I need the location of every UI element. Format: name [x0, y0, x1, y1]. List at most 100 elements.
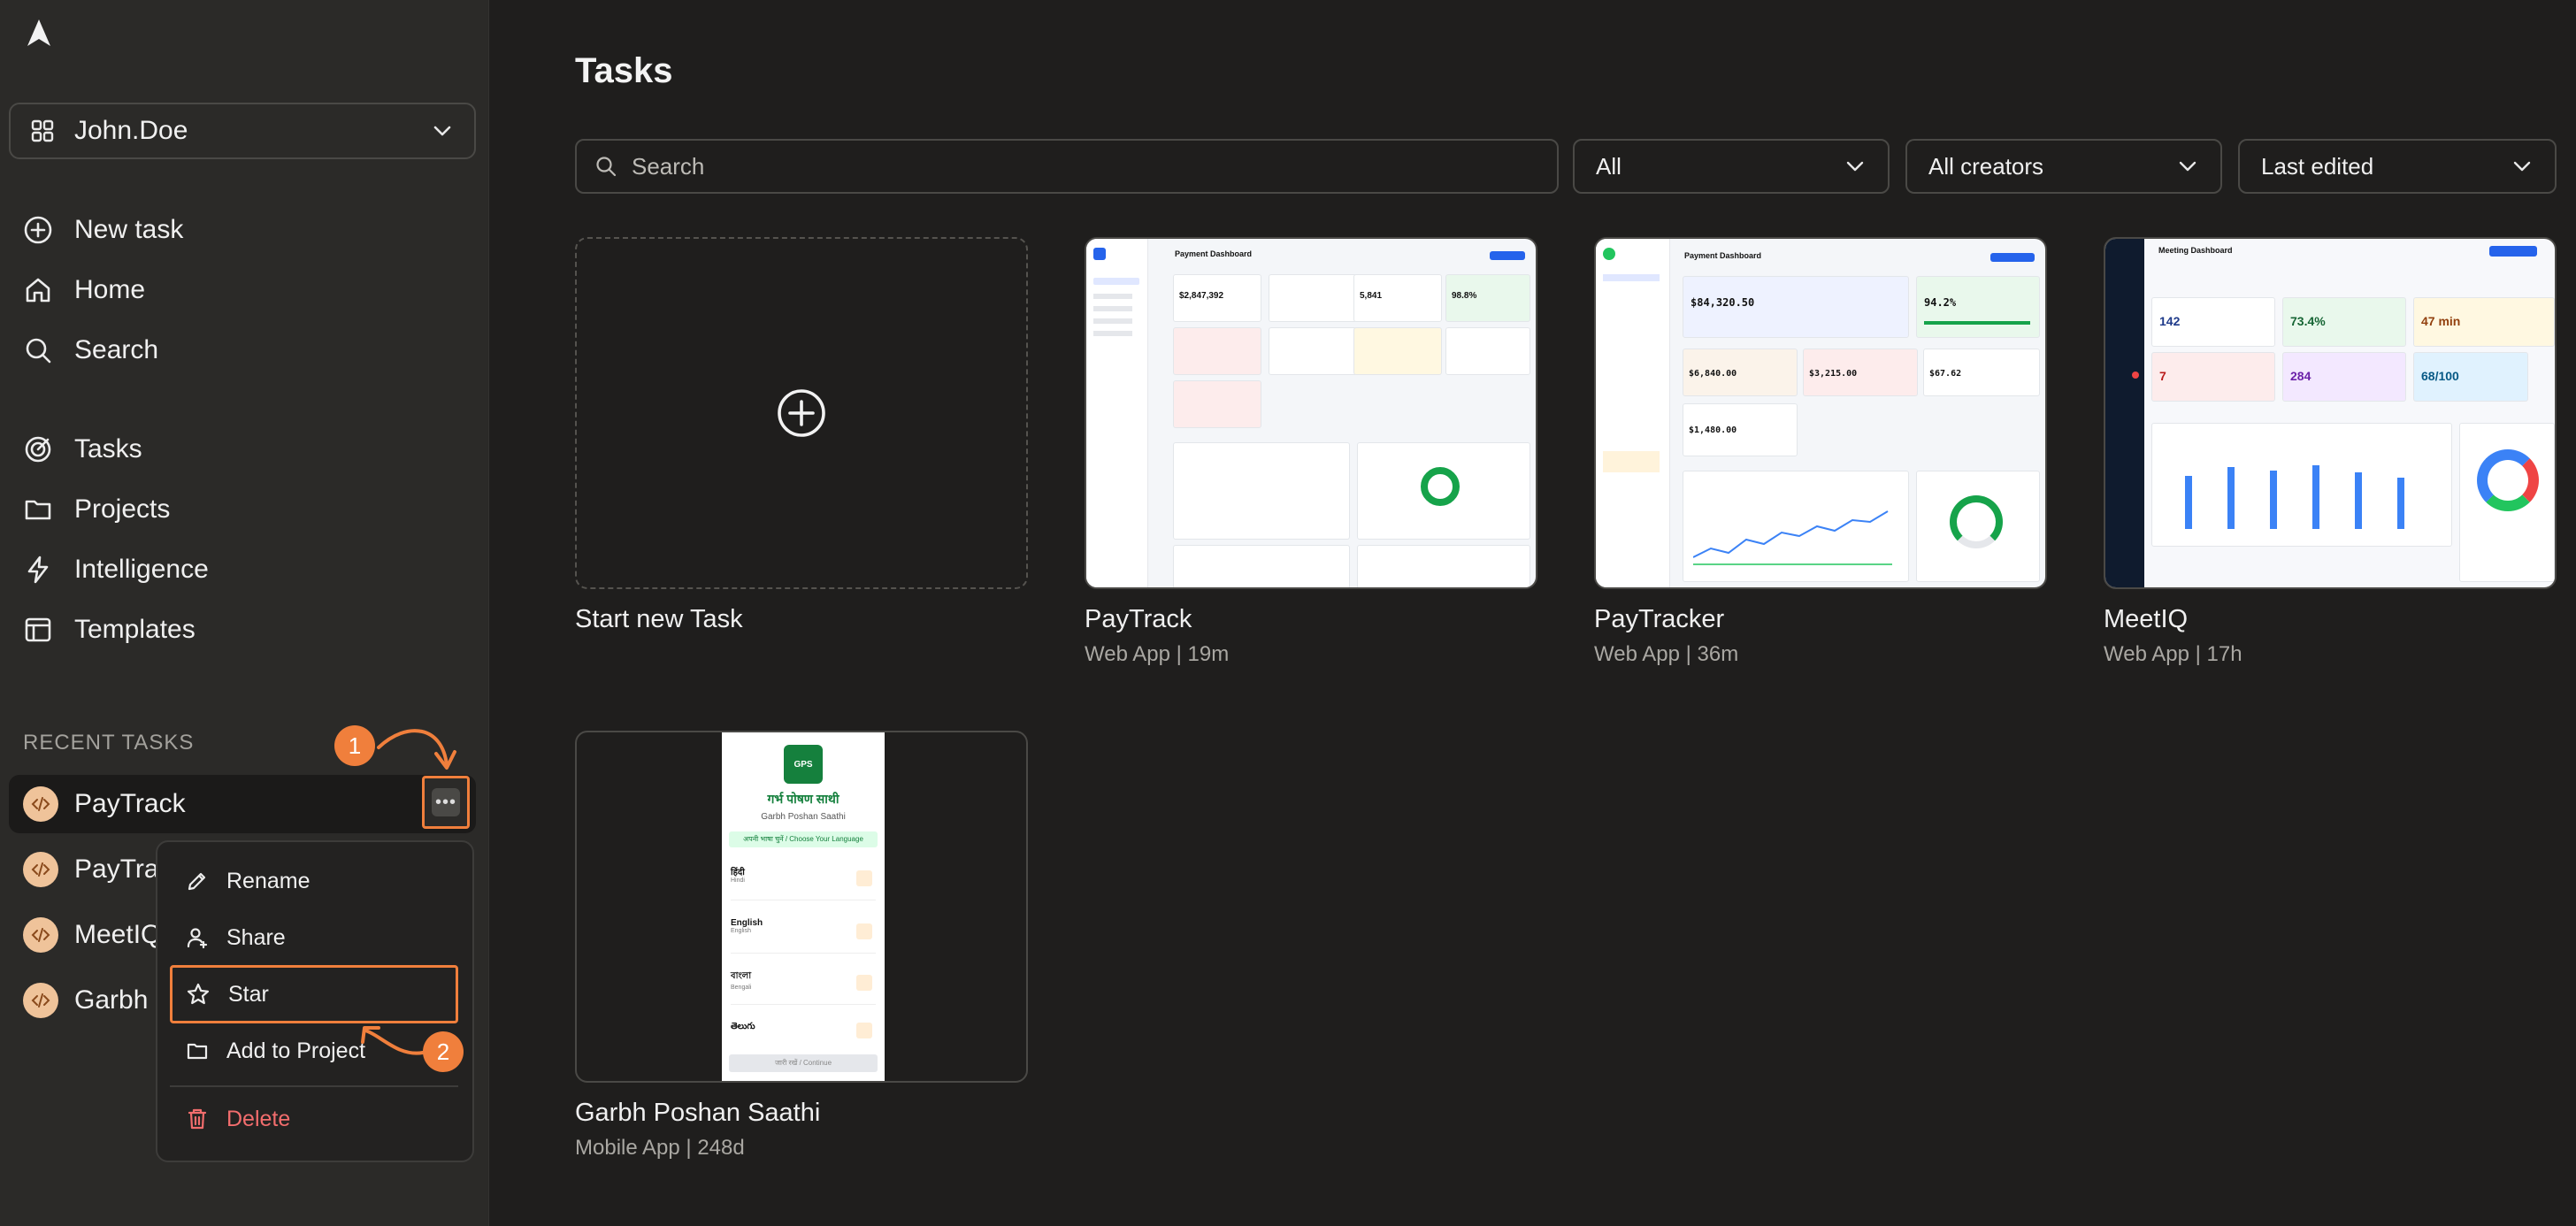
creators-filter-select[interactable]: All creators	[1905, 139, 2222, 194]
language-native: বাংলা	[731, 971, 752, 981]
preview-heading: Meeting Dashboard	[2158, 246, 2233, 255]
app-root: John.Doe New task Home Search Tasks Proj…	[0, 0, 2576, 1226]
continue-button: जारी रखें / Continue	[729, 1054, 878, 1072]
chevron-down-icon	[1846, 161, 1864, 172]
trash-icon	[188, 1108, 207, 1130]
type-filter-value: All	[1596, 152, 1622, 180]
share-user-icon	[187, 928, 208, 949]
grid-icon	[31, 119, 54, 142]
preview-value: 5,841	[1360, 291, 1383, 301]
sort-select[interactable]: Last edited	[2238, 139, 2557, 194]
task-more-options-button[interactable]: •••	[422, 776, 470, 829]
preview-value: 94.2%	[1924, 296, 1957, 309]
preview-value: $6,840.00	[1689, 369, 1737, 379]
code-icon	[23, 983, 58, 1018]
nav-search[interactable]: Search	[23, 328, 158, 372]
language-english: Hindi	[731, 877, 745, 884]
preview-value: 98.8%	[1452, 291, 1477, 301]
task-card-subtitle: Web App | 19m	[1085, 642, 1230, 666]
layout-icon	[25, 617, 51, 642]
app-name-en: Garbh Poshan Saathi	[761, 812, 846, 822]
search-icon	[26, 338, 51, 364]
app-logo-icon[interactable]	[21, 16, 57, 51]
choose-language: अपनी भाषा चुनें / Choose Your Language	[729, 831, 878, 847]
chevron-down-icon	[2179, 161, 2196, 172]
preview-value: 47 min	[2421, 314, 2461, 328]
start-new-task-card[interactable]: Start new Task	[575, 237, 1028, 662]
plus-circle-icon	[24, 216, 52, 244]
task-card-paytrack[interactable]: Payment Dashboard $2,847,392 5,841 98.8%…	[1085, 237, 1537, 679]
recent-task-item[interactable]: PayTrack	[9, 775, 476, 833]
preview-value: 142	[2159, 314, 2181, 328]
creators-filter-value: All creators	[1928, 152, 2044, 180]
preview-heading: Payment Dashboard	[1684, 251, 1762, 260]
type-filter-select[interactable]: All	[1573, 139, 1890, 194]
menu-label: Delete	[226, 1106, 291, 1131]
nav-label: Templates	[74, 615, 196, 644]
workspace-switcher[interactable]: John.Doe	[9, 103, 476, 159]
preview-value: 73.4%	[2290, 314, 2326, 328]
menu-delete[interactable]: Delete	[186, 1100, 290, 1138]
preview-value: 7	[2159, 369, 2166, 383]
bolt-icon	[27, 556, 49, 584]
nav-label: Intelligence	[74, 555, 209, 584]
preview-value: $84,320.50	[1690, 296, 1755, 309]
nav-label: New task	[74, 215, 184, 244]
ellipsis-icon: •••	[432, 788, 460, 816]
recent-task-label: PayTrack	[74, 789, 186, 818]
code-icon	[23, 852, 58, 887]
menu-label: Share	[226, 924, 286, 950]
star-icon	[187, 983, 210, 1005]
menu-add-to-project[interactable]: Add to Project	[186, 1031, 365, 1070]
chevron-down-icon	[2513, 161, 2531, 172]
nav-intelligence[interactable]: Intelligence	[23, 548, 209, 592]
task-card-title: MeetIQ	[2104, 605, 2189, 633]
nav-new-task[interactable]: New task	[23, 208, 183, 252]
code-icon	[23, 786, 58, 822]
task-card-title: Garbh Poshan Saathi	[575, 1099, 821, 1127]
page-title: Tasks	[575, 51, 673, 90]
task-card-paytracker[interactable]: Payment Dashboard $84,320.50 94.2% $6,84…	[1594, 237, 2047, 679]
nav-projects[interactable]: Projects	[23, 487, 170, 532]
folder-icon	[187, 1043, 208, 1060]
menu-label: Add to Project	[226, 1038, 366, 1063]
language-english: Bengali	[731, 985, 752, 991]
menu-star[interactable]: Star	[186, 975, 269, 1014]
preview-value: $2,847,392	[1179, 291, 1224, 301]
preview-value: $67.62	[1929, 369, 1962, 379]
nav-home[interactable]: Home	[23, 268, 145, 312]
language-native: हिंदी	[731, 868, 745, 877]
nav-label: Tasks	[74, 434, 142, 464]
new-task-label: Start new Task	[575, 605, 743, 633]
sort-value: Last edited	[2261, 152, 2374, 180]
pencil-icon	[188, 872, 206, 891]
nav-templates[interactable]: Templates	[23, 608, 196, 652]
preview-value: $3,215.00	[1809, 369, 1858, 379]
recent-task-label: Garbh I	[74, 985, 164, 1015]
task-card-garbh-poshan-saathi[interactable]: GPS गर्भ पोषण साथी Garbh Poshan Saathi अ…	[575, 731, 1028, 1173]
menu-share[interactable]: Share	[186, 918, 286, 957]
plus-circle-icon	[778, 389, 825, 437]
search-input[interactable]	[632, 152, 1516, 180]
preview-heading: Payment Dashboard	[1175, 249, 1253, 258]
annotation-step-2: 2	[423, 1031, 464, 1072]
menu-label: Star	[228, 981, 269, 1007]
task-card-meetiq[interactable]: Meeting Dashboard 142 73.4% 47 min 7 284…	[2104, 237, 2557, 679]
preview-value: $1,480.00	[1689, 425, 1737, 435]
nav-label: Projects	[74, 494, 171, 524]
nav-label: Home	[74, 275, 146, 304]
home-icon	[26, 278, 50, 303]
menu-label: Rename	[226, 868, 310, 893]
new-task-tile[interactable]	[575, 237, 1028, 589]
recent-tasks-heading: RECENT TASKS	[23, 731, 195, 755]
annotation-step-1: 1	[334, 725, 375, 766]
language-native: English	[731, 918, 763, 928]
nav-tasks[interactable]: Tasks	[23, 427, 142, 471]
task-preview-thumbnail: Payment Dashboard $2,847,392 5,841 98.8%	[1085, 237, 1537, 589]
app-name: गर्भ पोषण साथी	[767, 792, 840, 806]
task-preview-thumbnail: Payment Dashboard $84,320.50 94.2% $6,84…	[1594, 237, 2047, 589]
preview-value: 284	[2290, 369, 2312, 383]
app-logo: GPS	[784, 745, 823, 784]
menu-rename[interactable]: Rename	[186, 862, 310, 900]
search-field[interactable]	[575, 139, 1559, 194]
